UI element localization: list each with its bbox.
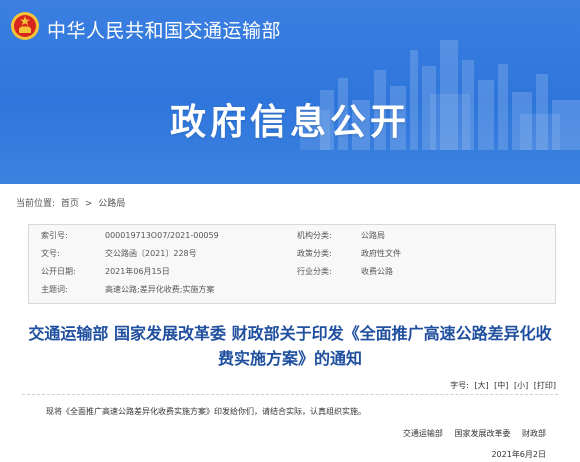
font-small-button[interactable]: [小]	[514, 381, 528, 390]
metadata-row: 索引号: 000019713O07/2021-00059 机构分类: 公路局	[29, 227, 555, 245]
breadcrumb-current[interactable]: 公路局	[98, 199, 125, 209]
subject-label: 主题词:	[41, 285, 68, 294]
metadata-row: 文号: 交公路函〔2021〕228号 政策分类: 政府性文件	[29, 245, 555, 263]
subject-value: 高速公路;差异化收费;实施方案	[105, 285, 215, 294]
breadcrumb-home[interactable]: 首页	[61, 199, 79, 209]
date-value: 2021年06月15日	[105, 267, 170, 276]
header-banner: 中华人民共和国交通运输部 政府信息公开	[0, 0, 580, 184]
font-size-label: 字号:	[450, 381, 469, 390]
org-label: 机构分类:	[297, 231, 332, 240]
docno-value: 交公路函〔2021〕228号	[105, 249, 197, 258]
font-medium-button[interactable]: [中]	[494, 381, 508, 390]
industry-value: 收费公路	[361, 267, 393, 276]
signer: 交通运输部	[402, 429, 443, 438]
org-value: 公路局	[361, 231, 385, 240]
metadata-row: 主题词: 高速公路;差异化收费;实施方案	[29, 281, 555, 299]
metadata-row: 公开日期: 2021年06月15日 行业分类: 收费公路	[29, 263, 555, 281]
breadcrumb-separator: >	[84, 199, 93, 209]
portal-title: 政府信息公开	[169, 102, 410, 143]
print-button[interactable]: [打印]	[534, 381, 556, 390]
docno-label: 文号:	[41, 249, 60, 258]
document-signers: 交通运输部 国家发展改革委 财政部	[394, 428, 546, 439]
signer: 财政部	[522, 429, 546, 438]
document-date: 2021年6月2日	[491, 450, 546, 459]
font-size-toolbar: 字号: [大] [中] [小] [打印]	[447, 380, 556, 391]
date-label: 公开日期:	[41, 267, 76, 276]
breadcrumb: 当前位置: 首页 > 公路局	[16, 196, 128, 209]
document-title-line: 费实施方案》的通知	[217, 349, 362, 368]
font-large-button[interactable]: [大]	[474, 381, 488, 390]
signer: 国家发展改革委	[454, 429, 511, 438]
nature-label: 政策分类:	[297, 249, 332, 258]
index-value: 000019713O07/2021-00059	[105, 231, 219, 240]
document-title: 交通运输部 国家发展改革委 财政部关于印发《全面推广高速公路差异化收 费实施方案…	[0, 321, 580, 371]
document-intro: 现将《全面推广高速公路差异化收费实施方案》印发给你们，请结合实际，认真组织实施。	[46, 407, 366, 416]
nature-value: 政府性文件	[361, 249, 401, 258]
site-name[interactable]: 中华人民共和国交通运输部	[47, 16, 281, 43]
content-divider	[22, 394, 558, 395]
index-label: 索引号:	[41, 231, 68, 240]
national-emblem-icon	[11, 12, 39, 40]
breadcrumb-prefix: 当前位置:	[16, 199, 56, 209]
industry-label: 行业分类:	[297, 267, 332, 276]
document-metadata-table: 索引号: 000019713O07/2021-00059 机构分类: 公路局 文…	[28, 224, 556, 304]
document-title-line: 交通运输部 国家发展改革委 财政部关于印发《全面推广高速公路差异化收	[28, 324, 552, 343]
